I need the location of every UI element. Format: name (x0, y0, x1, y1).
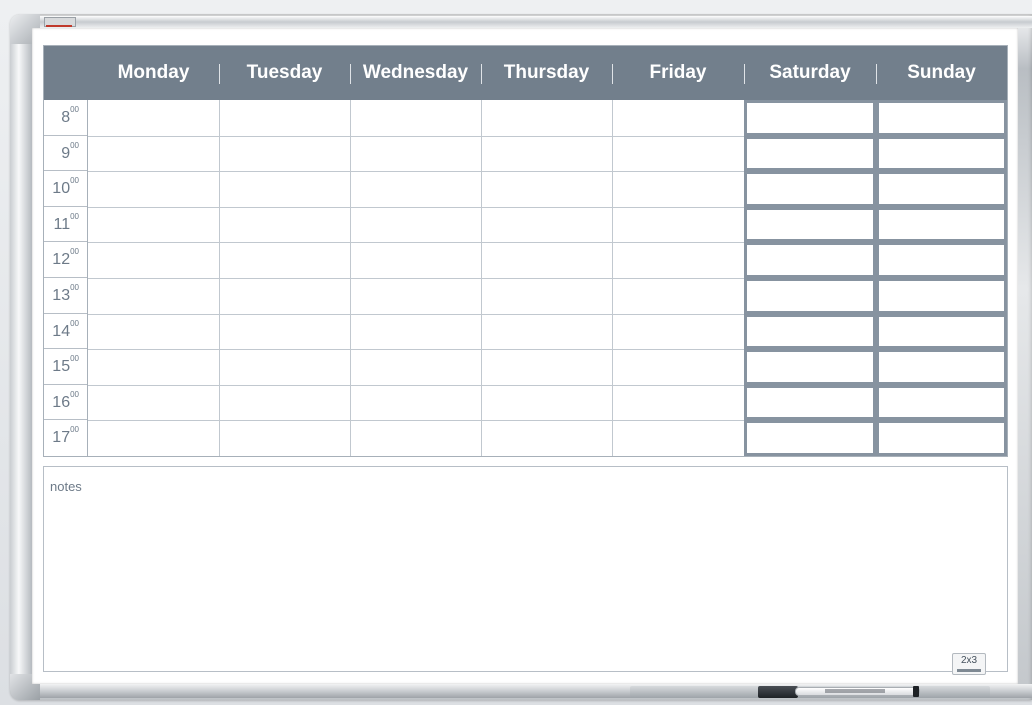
brand-logo-bar (957, 669, 981, 672)
frame-left-rail (10, 28, 32, 686)
day-header-monday: Monday (117, 62, 190, 83)
weekend-cell-saturday-15[interactable] (747, 352, 873, 382)
weekend-cell-saturday-10[interactable] (747, 174, 873, 204)
weekly-schedule-grid: Monday Tuesday Wednesday Thursday Friday… (43, 45, 1008, 457)
frame-badge-stripe (46, 25, 72, 27)
marker-print (825, 689, 885, 693)
weekend-cell-saturday-11[interactable] (747, 209, 873, 240)
grid-row-line (88, 313, 744, 315)
grid-row-line (88, 349, 744, 351)
header-separator (350, 64, 351, 84)
weekend-cell-saturday-13[interactable] (747, 281, 873, 311)
grid-row-line (88, 171, 744, 173)
weekend-cell-sunday-10[interactable] (878, 174, 1004, 204)
grid-row-line (88, 420, 744, 422)
weekend-cell-saturday-17[interactable] (747, 423, 873, 453)
weekend-cell-saturday-14[interactable] (747, 316, 873, 347)
whiteboard-scene: Monday Tuesday Wednesday Thursday Friday… (0, 0, 1032, 705)
weekend-cell-saturday-9[interactable] (747, 138, 873, 169)
notes-panel[interactable]: notes (43, 466, 1008, 672)
weekend-cell-saturday-12[interactable] (747, 245, 873, 275)
time-label-16: 1600 (44, 385, 87, 421)
day-header-saturday: Saturday (769, 62, 851, 83)
time-label-11: 1100 (44, 207, 87, 243)
time-label-8: 800 (44, 100, 87, 136)
day-header-sunday: Sunday (907, 62, 976, 83)
weekend-cell-saturday-16[interactable] (747, 387, 873, 418)
time-label-9: 900 (44, 136, 87, 172)
header-separator (219, 64, 220, 84)
time-column: 800 900 1000 1100 1200 1300 1400 1500 16… (44, 100, 88, 456)
brand-logo: 2x3 (952, 653, 986, 675)
header-separator (612, 64, 613, 84)
weekend-block (744, 100, 1007, 456)
time-label-10: 1000 (44, 171, 87, 207)
day-header-tuesday: Tuesday (246, 62, 323, 83)
header-separator (744, 64, 745, 84)
grid-row-line (88, 242, 744, 244)
weekend-cell-sunday-9[interactable] (878, 138, 1004, 169)
weekend-cell-sunday-14[interactable] (878, 316, 1004, 347)
time-label-13: 1300 (44, 278, 87, 314)
marker-cap[interactable] (913, 686, 919, 697)
weekend-cell-sunday-16[interactable] (878, 387, 1004, 418)
day-header-wednesday: Wednesday (362, 62, 469, 83)
weekend-cell-sunday-12[interactable] (878, 245, 1004, 275)
time-label-15: 1500 (44, 349, 87, 385)
eraser[interactable] (758, 686, 798, 698)
time-label-17: 1700 (52, 425, 79, 447)
weekend-cell-saturday-8[interactable] (747, 103, 873, 133)
header-separator (481, 64, 482, 84)
frame-top-rail (30, 16, 1032, 28)
weekend-cell-sunday-15[interactable] (878, 352, 1004, 382)
grid-row-line (88, 135, 744, 137)
weekend-cell-sunday-17[interactable] (878, 423, 1004, 453)
notes-label: notes (50, 479, 82, 494)
weekend-cell-sunday-8[interactable] (878, 103, 1004, 133)
weekend-cell-sunday-13[interactable] (878, 281, 1004, 311)
weekend-cell-sunday-11[interactable] (878, 209, 1004, 240)
day-header-thursday: Thursday (503, 62, 590, 83)
grid-row-line (88, 278, 744, 279)
time-label-14: 1400 (44, 314, 87, 350)
day-header-friday: Friday (649, 62, 707, 83)
header-separator (876, 64, 877, 84)
grid-row-line (88, 384, 744, 386)
brand-logo-text: 2x3 (960, 655, 978, 666)
grid-row-line (88, 206, 744, 208)
time-label-12: 1200 (44, 242, 87, 278)
